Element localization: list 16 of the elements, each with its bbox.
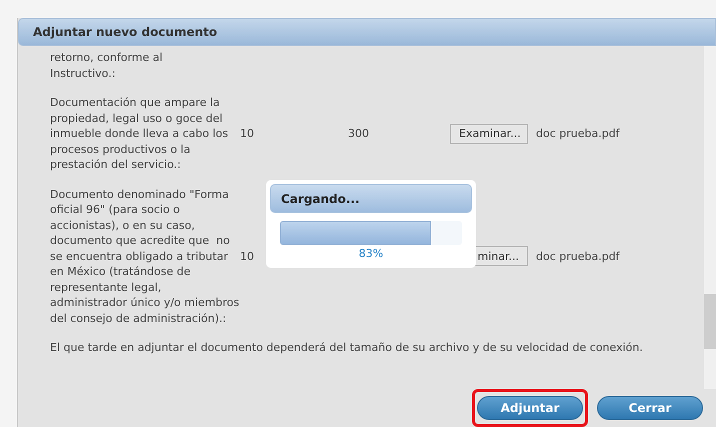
table-cell: 10	[240, 127, 254, 140]
progress-percent: 83%	[358, 247, 384, 260]
document-description: Documentación que ampare la propiedad, legal uso o goce del inmueble donde lleva a cabo los procesos productivos o la prestación del servicio.:	[50, 95, 230, 172]
table-cell: 10	[240, 250, 254, 262]
dialog-title: Adjuntar nuevo documento	[18, 18, 716, 46]
browse-button[interactable]: Examinar...	[450, 124, 528, 144]
scrollbar[interactable]	[704, 46, 716, 389]
document-description: Documento denominado "Forma oficial 96" (para socio o accionistas), o en su caso, documento que acredite que no se encuentra obligado a tributar en México (tratándose de representante legal, administrador único y/o miembros del consejo de administración).:	[50, 186, 240, 326]
file-name: doc prueba.pdf	[536, 250, 620, 262]
loading-title: Cargando...	[270, 184, 472, 213]
table-cell: 300	[348, 127, 369, 140]
upload-note: El que tarde en adjuntar el documento dependerá del tamaño de su archivo y de su velocidad de conexión.	[50, 340, 644, 356]
close-button[interactable]: Cerrar	[597, 396, 703, 420]
document-description: retorno, conforme al Instructivo.:	[50, 50, 164, 81]
attach-button[interactable]: Adjuntar	[477, 396, 583, 420]
file-name: doc prueba.pdf	[536, 127, 620, 140]
